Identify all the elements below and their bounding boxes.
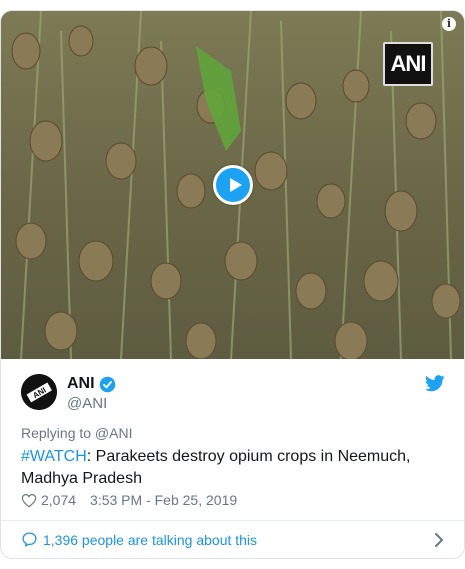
author-name[interactable]: ANI bbox=[67, 375, 116, 393]
tweet-timestamp[interactable]: 3:53 PM - Feb 25, 2019 bbox=[90, 492, 237, 508]
verified-badge-icon bbox=[99, 376, 115, 392]
like-count[interactable]: 2,074 bbox=[41, 492, 76, 508]
play-button[interactable] bbox=[213, 165, 253, 205]
tweet-meta: 2,074 3:53 PM - Feb 25, 2019 bbox=[21, 492, 237, 508]
hashtag-link[interactable]: #WATCH bbox=[21, 448, 87, 465]
ani-watermark-logo: ANI bbox=[383, 42, 433, 86]
talking-about-link[interactable]: 1,396 people are talking about this bbox=[1, 521, 464, 558]
author-name-text: ANI bbox=[67, 375, 95, 392]
author-handle[interactable]: @ANI bbox=[67, 395, 107, 412]
play-icon bbox=[230, 178, 242, 192]
info-icon[interactable]: i bbox=[442, 17, 456, 31]
heart-icon[interactable] bbox=[21, 493, 37, 508]
speech-bubble-icon bbox=[22, 532, 37, 547]
avatar[interactable]: ANI bbox=[21, 374, 57, 410]
tweet-card: i ANI ANI ANI @ANI Replying to @ANI #WAT… bbox=[0, 10, 465, 559]
replying-to[interactable]: Replying to @ANI bbox=[21, 425, 132, 441]
talking-about-label: 1,396 people are talking about this bbox=[43, 531, 258, 548]
twitter-bird-icon[interactable] bbox=[425, 375, 445, 392]
chevron-right-icon bbox=[435, 533, 443, 547]
tweet-text: #WATCH: Parakeets destroy opium crops in… bbox=[21, 446, 441, 490]
video-player[interactable]: i ANI bbox=[1, 11, 464, 359]
